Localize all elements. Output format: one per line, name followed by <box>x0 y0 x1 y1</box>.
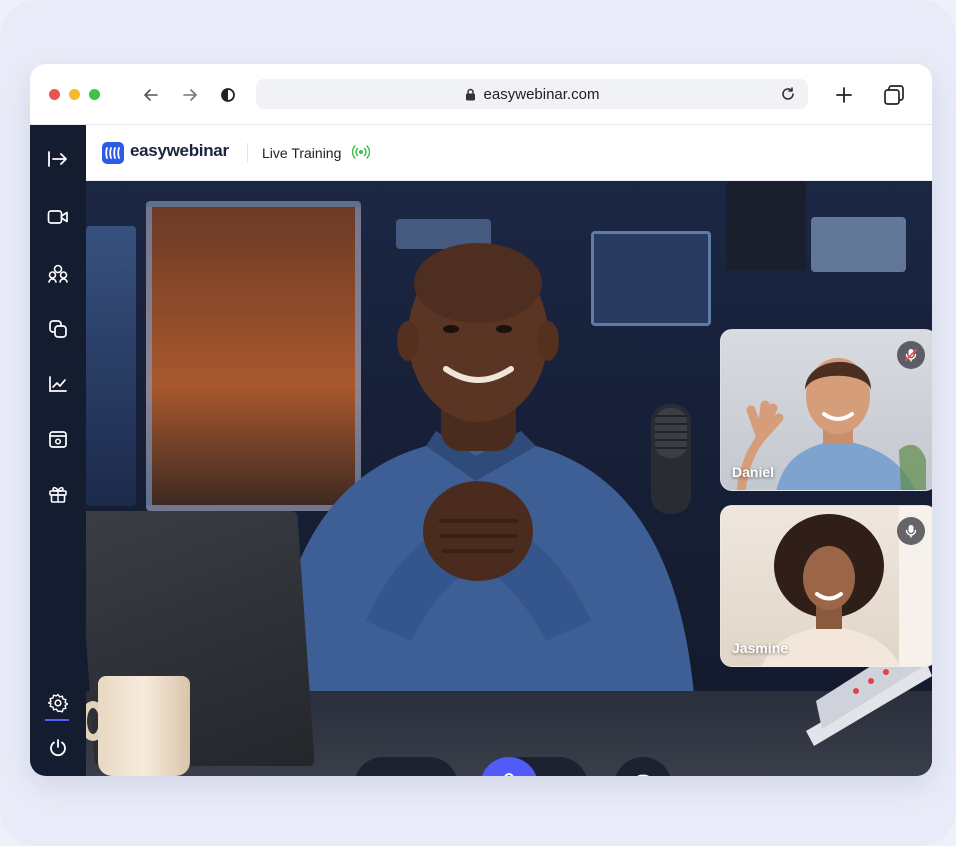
session-title: Live Training <box>262 145 342 161</box>
duplicate-icon[interactable] <box>46 317 70 341</box>
mic-control-group <box>480 757 588 776</box>
presenter-video <box>266 243 696 721</box>
analytics-chart-icon[interactable] <box>46 372 70 396</box>
easywebinar-logo-icon <box>102 142 124 164</box>
sign-in-icon[interactable] <box>46 147 70 171</box>
minimize-window-dot[interactable] <box>69 89 80 100</box>
coffee-mug <box>98 676 190 776</box>
maximize-window-dot[interactable] <box>89 89 100 100</box>
browser-toolbar: easywebinar.com <box>30 64 932 125</box>
people-group-icon[interactable] <box>46 261 70 285</box>
live-broadcast-icon <box>351 145 371 164</box>
gear-icon[interactable] <box>46 691 70 715</box>
active-indicator <box>45 719 69 721</box>
participant-name: Jasmine <box>732 640 789 656</box>
podcast-microphone <box>651 404 691 514</box>
browser-window: easywebinar.com easywebinar Live Trainin… <box>30 64 932 776</box>
address-bar[interactable]: easywebinar.com <box>256 79 808 109</box>
mic-icon <box>504 773 514 776</box>
reload-icon[interactable] <box>780 86 796 102</box>
tabs-overview-icon[interactable] <box>882 83 906 107</box>
main-video-stage: Daniel Jasmine <box>86 181 932 776</box>
shelf-background <box>86 226 136 506</box>
shield-icon[interactable] <box>216 83 240 107</box>
forward-arrow-icon[interactable] <box>178 83 202 107</box>
participant-name: Daniel <box>732 464 775 480</box>
header-divider <box>247 143 248 163</box>
mic-options-chevron-up-icon[interactable] <box>538 757 582 776</box>
participant-tile-daniel[interactable]: Daniel <box>720 329 932 491</box>
participant-tile-jasmine[interactable]: Jasmine <box>720 505 932 667</box>
wall-panel <box>811 217 906 272</box>
sidebar <box>30 125 86 776</box>
gift-icon[interactable] <box>46 482 70 506</box>
calendar-icon[interactable] <box>46 427 70 451</box>
lock-icon <box>465 88 476 101</box>
video-camera-icon <box>368 775 398 776</box>
camera-control-group <box>354 757 458 776</box>
video-camera-icon[interactable] <box>46 205 70 229</box>
app-header: easywebinar Live Training <box>86 125 932 181</box>
url-text: easywebinar.com <box>483 85 600 103</box>
chat-bubble-icon <box>637 774 649 776</box>
dark-panel <box>726 181 806 271</box>
new-tab-plus-icon[interactable] <box>832 83 856 107</box>
power-icon[interactable] <box>46 736 70 760</box>
camera-options-chevron-up-icon[interactable] <box>412 757 456 776</box>
brand-name: easywebinar <box>130 141 229 160</box>
mic-muted-icon[interactable] <box>897 341 925 369</box>
back-arrow-icon[interactable] <box>139 83 163 107</box>
close-window-dot[interactable] <box>49 89 60 100</box>
mic-icon[interactable] <box>897 517 925 545</box>
